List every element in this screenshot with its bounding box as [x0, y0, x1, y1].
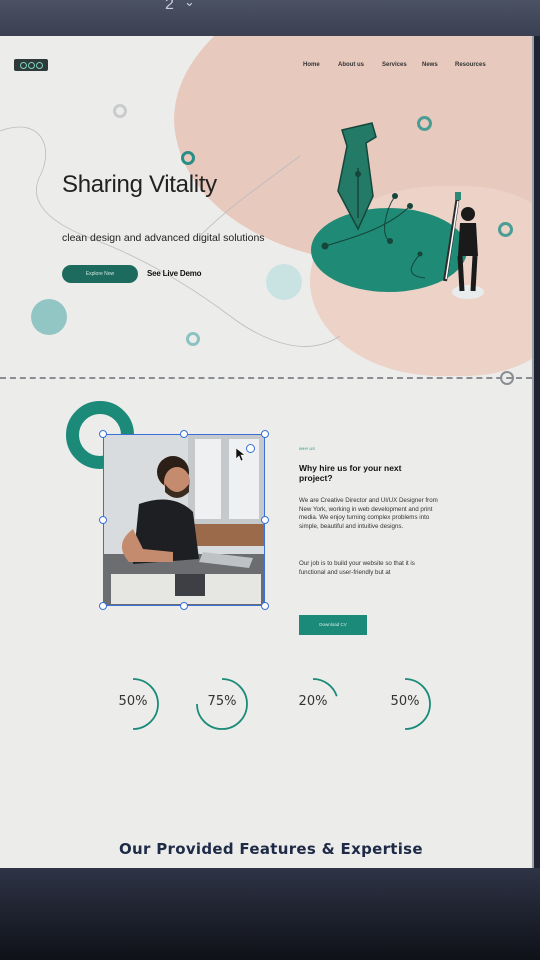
section-divider — [0, 377, 532, 379]
hero-illustration — [311, 122, 484, 299]
live-demo-link[interactable]: See Live Demo — [147, 269, 202, 278]
features-heading: Our Provided Features & Expertise — [119, 840, 423, 858]
logo[interactable] — [14, 59, 48, 71]
stat-circle: 20% — [283, 674, 343, 734]
about-heading: Why hire us for your next project? — [299, 463, 402, 483]
stat-value: 20% — [298, 694, 328, 709]
ring-decoration — [113, 104, 127, 118]
nav-services[interactable]: Services — [382, 62, 407, 68]
about-cta-button[interactable]: Download CV — [299, 615, 367, 635]
stat-circle: 50% — [103, 674, 163, 734]
monitor-bezel — [0, 868, 540, 960]
nav-resources[interactable]: Resources — [455, 62, 486, 68]
nav-home[interactable]: Home — [303, 62, 320, 68]
resize-handle-tm[interactable] — [180, 430, 188, 438]
resize-handle-br[interactable] — [261, 602, 269, 610]
resize-handle-bm[interactable] — [180, 602, 188, 610]
stat-value: 50% — [118, 694, 148, 709]
stat-value: 75% — [207, 694, 237, 709]
resize-handle-bl[interactable] — [99, 602, 107, 610]
nav-about[interactable]: About us — [338, 62, 364, 68]
hero-subtitle: clean design and advanced digital soluti… — [62, 232, 265, 244]
rotate-handle[interactable] — [246, 444, 255, 453]
resize-handle-ml[interactable] — [99, 516, 107, 524]
hero-title: Sharing Vitality — [62, 171, 217, 198]
chevron-down-icon[interactable]: ⌄ — [184, 0, 195, 10]
stat-circle: 75% — [192, 674, 252, 734]
resize-handle-tl[interactable] — [99, 430, 107, 438]
designer-figure-illustration — [443, 192, 484, 299]
resize-handle-mr[interactable] — [261, 516, 269, 524]
resize-handle-tr[interactable] — [261, 430, 269, 438]
about-eyebrow: WHY US — [299, 446, 315, 451]
ring-decoration — [181, 151, 195, 165]
ring-decoration — [186, 332, 200, 346]
divider-handle[interactable] — [500, 371, 514, 385]
about-paragraph-2: Our job is to build your website so that… — [299, 560, 415, 576]
webpage-canvas: Home About us Services News Resources Sh… — [0, 36, 534, 868]
stat-circle: 50% — [375, 674, 435, 734]
page-number: 2 — [165, 0, 174, 13]
about-paragraph-1: We are Creative Director and UI/UX Desig… — [299, 497, 438, 530]
stat-value: 50% — [390, 694, 420, 709]
explore-button[interactable]: Explore Now — [62, 265, 138, 283]
nav-news[interactable]: News — [422, 62, 438, 68]
cursor-icon — [236, 448, 246, 462]
viewer-topbar: 2 ⌄ — [0, 0, 540, 36]
